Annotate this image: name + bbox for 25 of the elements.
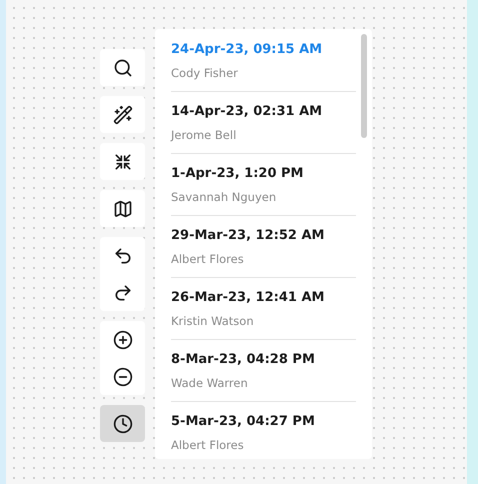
history-date[interactable]: 29-Mar-23, 12:52 AM bbox=[171, 226, 356, 246]
magic-wand-icon bbox=[112, 104, 132, 124]
history-date[interactable]: 24-Apr-23, 09:15 AM bbox=[171, 40, 356, 60]
history-button[interactable] bbox=[100, 405, 145, 442]
map-icon bbox=[112, 198, 132, 218]
author-name: Wade Warren bbox=[171, 375, 249, 392]
history-date[interactable]: 26-Mar-23, 12:41 AM bbox=[171, 288, 356, 308]
author-name: Albert Flores bbox=[171, 251, 245, 268]
history-date[interactable]: 5-Mar-23, 04:27 PM bbox=[171, 412, 356, 432]
collapse-icon bbox=[112, 152, 132, 172]
zoom-in-icon bbox=[112, 330, 132, 350]
scrollbar[interactable] bbox=[361, 34, 367, 138]
redo-icon bbox=[112, 282, 132, 302]
author-name: Kristin Watson bbox=[171, 313, 255, 330]
history-date[interactable]: 8-Mar-23, 04:28 PM bbox=[171, 350, 356, 370]
undo-icon bbox=[112, 246, 132, 266]
clock-icon bbox=[112, 414, 132, 434]
author-name: Jerome Bell bbox=[171, 127, 238, 144]
author-name: Savannah Nguyen bbox=[171, 189, 278, 206]
zoom-out-icon bbox=[112, 366, 132, 386]
author-name: Cody Fisher bbox=[171, 65, 239, 82]
search-icon bbox=[112, 58, 132, 78]
author-name: Albert Flores bbox=[171, 437, 245, 454]
history-date[interactable]: 1-Apr-23, 1:20 PM bbox=[171, 164, 356, 184]
history-date[interactable]: 14-Apr-23, 02:31 AM bbox=[171, 102, 356, 122]
